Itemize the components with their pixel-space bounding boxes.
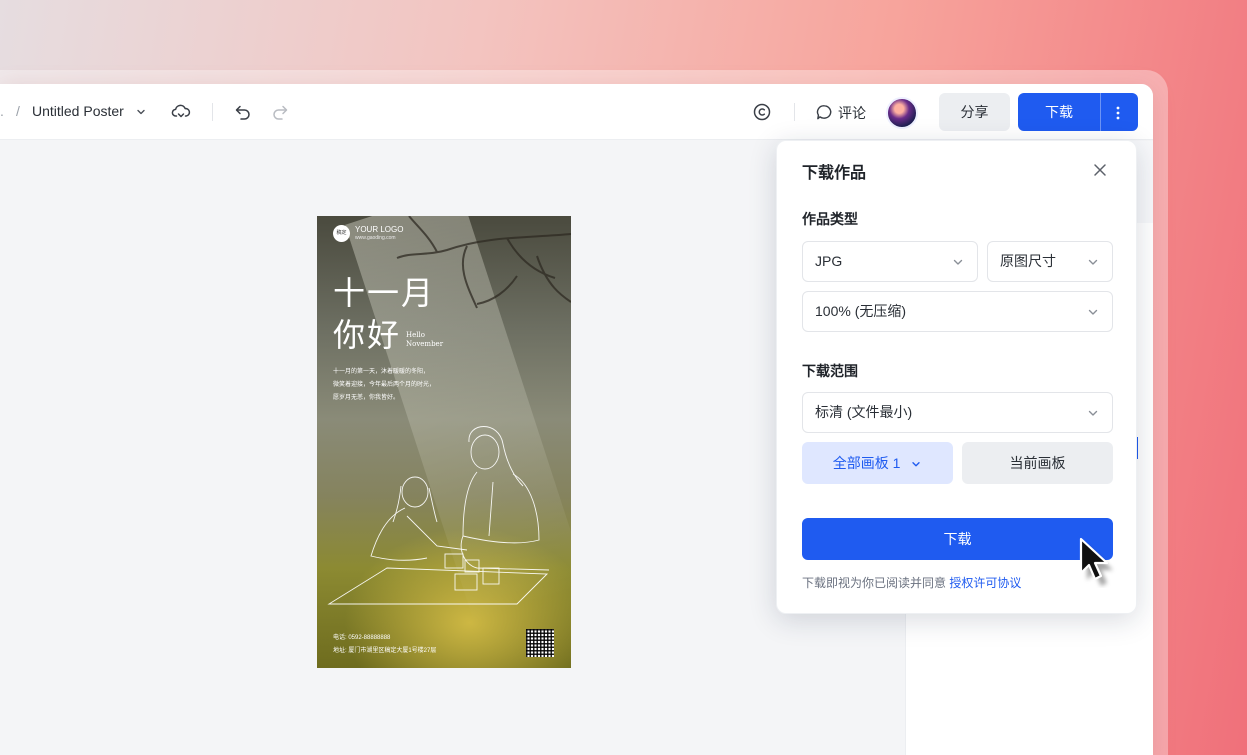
poster-logo-text: YOUR LOGO: [355, 225, 404, 234]
download-button-label[interactable]: 下载: [1018, 93, 1100, 131]
toolbar-divider: [794, 103, 795, 121]
mouse-cursor-icon: [1079, 537, 1113, 586]
share-button[interactable]: 分享: [939, 93, 1010, 131]
poster-body-line: 十一月的第一天，沐着暖暖的冬阳，: [333, 369, 430, 375]
poster-logo-url: www.gaoding.com: [355, 235, 396, 241]
poster-canvas[interactable]: 稿定 YOUR LOGO www.gaoding.com 十一月 你好 Hell…: [317, 216, 571, 668]
resolution-select[interactable]: 标清 (文件最小): [802, 392, 1113, 433]
chevron-down-icon: [1088, 259, 1098, 265]
comment-icon[interactable]: [815, 103, 834, 122]
poster-phone: 电话: 0592-88888888: [333, 635, 391, 641]
resolution-select-value: 标清 (文件最小): [815, 404, 913, 420]
avatar[interactable]: [886, 97, 918, 129]
document-title[interactable]: Untitled Poster: [32, 103, 124, 119]
more-vertical-icon[interactable]: [1110, 105, 1126, 121]
poster-headline-1: 十一月: [333, 274, 436, 312]
all-boards-label: 全部画板 1: [832, 455, 901, 471]
chevron-down-icon: [912, 462, 920, 467]
current-board-tab[interactable]: 当前画板: [962, 442, 1113, 484]
agreement-text: 下载即视为你已阅读并同意: [802, 576, 947, 590]
poster-body-line: 微笑着迎接，今年最后两个月的时光，: [333, 382, 436, 388]
editor-window: . / Untitled Poster 评论 分享 下载 稿定 YOUR LOG…: [0, 84, 1153, 755]
range-section-label: 下载范围: [802, 363, 858, 379]
agreement-note: 下载即视为你已阅读并同意 授权许可协议: [802, 574, 1021, 591]
quality-select-value: 100% (无压缩): [815, 303, 907, 319]
poster-body-text: 十一月的第一天，沐着暖暖的冬阳， 微笑着迎接，今年最后两个月的时光， 愿岁月无恙…: [333, 366, 473, 405]
poster-logo-badge: 稿定: [333, 225, 350, 242]
breadcrumb-prefix[interactable]: .: [0, 103, 4, 119]
poster-hello: Hello: [406, 331, 425, 339]
poster-headline-2: 你好: [333, 316, 402, 354]
chevron-down-icon: [1088, 410, 1098, 416]
format-select-value: JPG: [815, 253, 843, 269]
confirm-download-button[interactable]: 下载: [802, 518, 1113, 560]
format-select[interactable]: JPG: [802, 241, 978, 282]
poster-address: 地址: 厦门市湖里区稿定大厦1号楼27层: [333, 648, 437, 654]
poster-month: November: [406, 340, 444, 348]
all-boards-tab[interactable]: 全部画板 1: [802, 442, 953, 484]
comment-label[interactable]: 评论: [838, 103, 866, 123]
title-chevron-down-icon[interactable]: [134, 105, 148, 119]
undo-icon[interactable]: [233, 102, 253, 122]
agreement-link[interactable]: 授权许可协议: [949, 576, 1021, 590]
download-button-divider: [1100, 93, 1101, 131]
chevron-down-icon: [1088, 309, 1098, 315]
poster-body-line: 愿岁月无恙，你我皆好。: [333, 395, 400, 401]
qr-code-icon: [526, 629, 554, 657]
quality-select[interactable]: 100% (无压缩): [802, 291, 1113, 332]
type-section-label: 作品类型: [802, 211, 858, 227]
breadcrumb-separator: /: [16, 103, 20, 119]
poster-contact: 电话: 0592-88888888 地址: 厦门市湖里区稿定大厦1号楼27层: [333, 632, 436, 658]
redo-icon[interactable]: [270, 102, 290, 122]
copyright-icon[interactable]: [752, 102, 772, 122]
cloud-sync-icon[interactable]: [171, 102, 191, 122]
close-icon[interactable]: [1092, 162, 1108, 178]
top-toolbar: . / Untitled Poster 评论 分享 下载: [0, 84, 1153, 140]
popup-title: 下载作品: [802, 165, 867, 182]
size-select-value: 原图尺寸: [1000, 253, 1056, 269]
size-select[interactable]: 原图尺寸: [987, 241, 1113, 282]
chevron-down-icon: [953, 259, 963, 265]
download-button[interactable]: 下载: [1018, 93, 1138, 131]
toolbar-divider: [212, 103, 213, 121]
poster-hello-text: Hello November: [406, 331, 443, 349]
